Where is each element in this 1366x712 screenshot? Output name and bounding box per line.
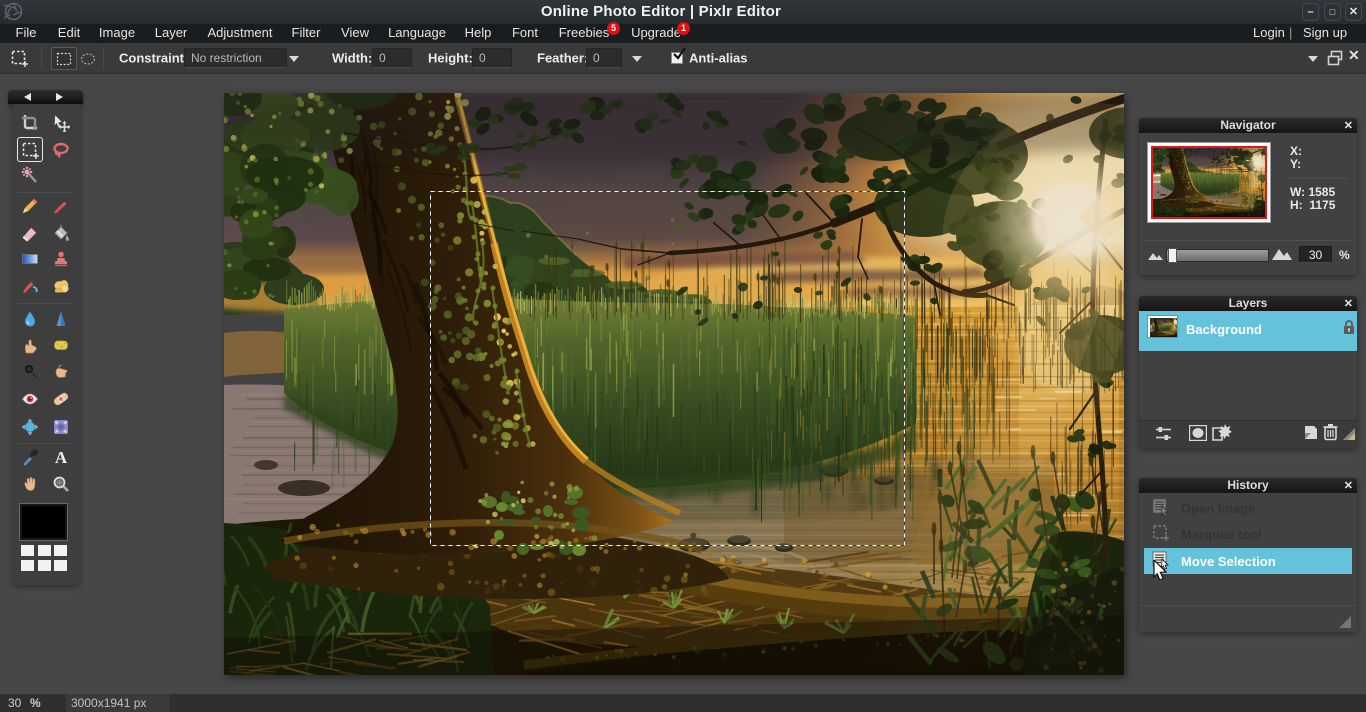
svg-text:A: A	[55, 448, 68, 466]
